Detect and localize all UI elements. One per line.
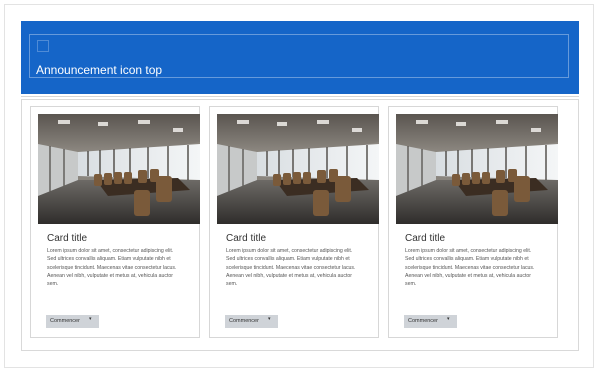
card-image-conference-room — [217, 114, 379, 224]
commencer-button[interactable]: Commencer ▾ — [46, 315, 99, 328]
banner-title: Announcement icon top — [36, 63, 163, 77]
button-label: Commencer — [408, 318, 438, 324]
commencer-button[interactable]: Commencer ▾ — [225, 315, 278, 328]
button-label: Commencer — [50, 318, 80, 324]
card-title: Card title — [47, 233, 88, 244]
card-text: Lorem ipsum dolor sit amet, consectetur … — [226, 248, 356, 288]
caret-down-icon: ▾ — [89, 316, 92, 322]
card-text: Lorem ipsum dolor sit amet, consectetur … — [47, 248, 177, 288]
conference-room-photo — [38, 114, 200, 224]
card-3: Card title Lorem ipsum dolor sit amet, c… — [388, 106, 558, 338]
commencer-button[interactable]: Commencer ▾ — [404, 315, 457, 328]
card-title: Card title — [405, 233, 446, 244]
announcement-banner: Announcement icon top — [21, 21, 579, 94]
card-text: Lorem ipsum dolor sit amet, consectetur … — [405, 248, 535, 288]
card-image-conference-room — [38, 114, 200, 224]
conference-room-photo — [217, 114, 379, 224]
card-1: Card title Lorem ipsum dolor sit amet, c… — [30, 106, 200, 338]
card-image-conference-room — [396, 114, 558, 224]
card-title: Card title — [226, 233, 267, 244]
card-2: Card title Lorem ipsum dolor sit amet, c… — [209, 106, 379, 338]
announcement-icon — [37, 40, 49, 52]
caret-down-icon: ▾ — [447, 316, 450, 322]
button-label: Commencer — [229, 318, 259, 324]
divider — [21, 96, 579, 97]
caret-down-icon: ▾ — [268, 316, 271, 322]
conference-room-photo — [396, 114, 558, 224]
